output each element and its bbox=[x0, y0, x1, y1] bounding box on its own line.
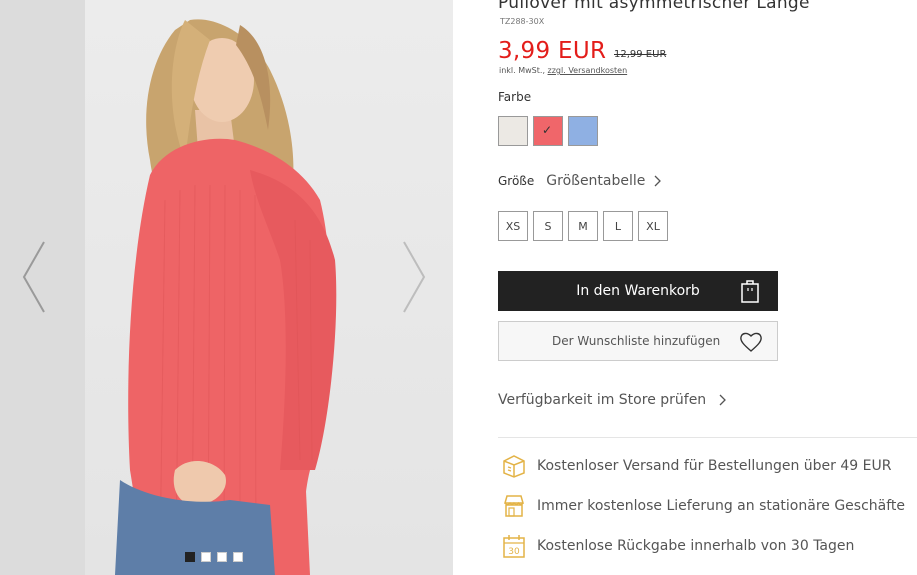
size-option-s[interactable]: S bbox=[533, 211, 563, 241]
add-to-cart-button[interactable]: In den Warenkorb bbox=[498, 271, 778, 311]
vat-text: inkl. MwSt., bbox=[499, 66, 545, 75]
gallery-pagination bbox=[185, 552, 243, 562]
color-swatch-coral[interactable]: ✓ bbox=[533, 116, 563, 146]
gallery-dot[interactable] bbox=[185, 552, 195, 562]
product-photo bbox=[115, 19, 337, 575]
shipping-costs-link[interactable]: zzgl. Versandkosten bbox=[548, 66, 628, 75]
gallery-prev-arrow-icon[interactable] bbox=[20, 240, 50, 314]
store-availability-link[interactable]: Verfügbarkeit im Store prüfen bbox=[498, 392, 727, 408]
size-options: XS S M L XL bbox=[498, 211, 668, 241]
chevron-right-icon[interactable] bbox=[654, 175, 662, 187]
gallery-dot[interactable] bbox=[217, 552, 227, 562]
add-to-wishlist-button[interactable]: Der Wunschliste hinzufügen bbox=[498, 321, 778, 361]
color-swatches: ✓ bbox=[498, 116, 598, 146]
store-availability-label: Verfügbarkeit im Store prüfen bbox=[498, 392, 707, 408]
size-header: Größe Größentabelle bbox=[498, 173, 662, 189]
chevron-right-icon bbox=[719, 394, 727, 406]
benefit-text: Kostenloser Versand für Bestellungen übe… bbox=[537, 458, 892, 474]
color-swatch-white[interactable] bbox=[498, 116, 528, 146]
heart-icon bbox=[740, 332, 762, 352]
size-option-xl[interactable]: XL bbox=[638, 211, 668, 241]
selected-check-icon: ✓ bbox=[542, 123, 553, 137]
color-label: Farbe bbox=[498, 90, 532, 104]
gallery-next-arrow-icon[interactable] bbox=[398, 240, 428, 314]
size-option-xs[interactable]: XS bbox=[498, 211, 528, 241]
calendar-30-icon: 30 bbox=[503, 535, 525, 558]
shipping-box-icon bbox=[503, 455, 525, 478]
benefit-store-delivery: Immer kostenlose Lieferung an stationäre… bbox=[501, 493, 905, 519]
divider bbox=[498, 437, 917, 438]
benefit-text: Immer kostenlose Lieferung an stationäre… bbox=[537, 498, 906, 514]
size-label: Größe bbox=[498, 174, 535, 188]
color-swatch-light-blue[interactable] bbox=[568, 116, 598, 146]
shopping-bag-icon bbox=[741, 280, 759, 303]
product-old-price: 12,99 EUR bbox=[614, 49, 667, 60]
benefit-free-shipping: Kostenloser Versand für Bestellungen übe… bbox=[501, 453, 891, 479]
size-option-m[interactable]: M bbox=[568, 211, 598, 241]
calendar-badge: 30 bbox=[508, 547, 520, 557]
vat-info: inkl. MwSt., zzgl. Versandkosten bbox=[499, 66, 627, 75]
product-info-panel: Pullover mit asymmetrischer Länge TZ288-… bbox=[498, 0, 917, 575]
benefit-text: Kostenlose Rückgabe innerhalb von 30 Tag… bbox=[537, 538, 855, 554]
product-title: Pullover mit asymmetrischer Länge bbox=[498, 0, 810, 13]
size-table-link[interactable]: Größentabelle bbox=[546, 173, 645, 189]
gallery-dot[interactable] bbox=[233, 552, 243, 562]
product-price: 3,99 EUR bbox=[498, 38, 607, 64]
add-to-wishlist-label: Der Wunschliste hinzufügen bbox=[552, 334, 721, 348]
benefit-free-returns: 30 Kostenlose Rückgabe innerhalb von 30 … bbox=[501, 533, 854, 559]
product-gallery bbox=[0, 0, 453, 575]
gallery-dot[interactable] bbox=[201, 552, 211, 562]
product-sku: TZ288-30X bbox=[500, 17, 545, 26]
size-option-l[interactable]: L bbox=[603, 211, 633, 241]
add-to-cart-label: In den Warenkorb bbox=[576, 283, 700, 299]
store-icon bbox=[504, 495, 524, 517]
